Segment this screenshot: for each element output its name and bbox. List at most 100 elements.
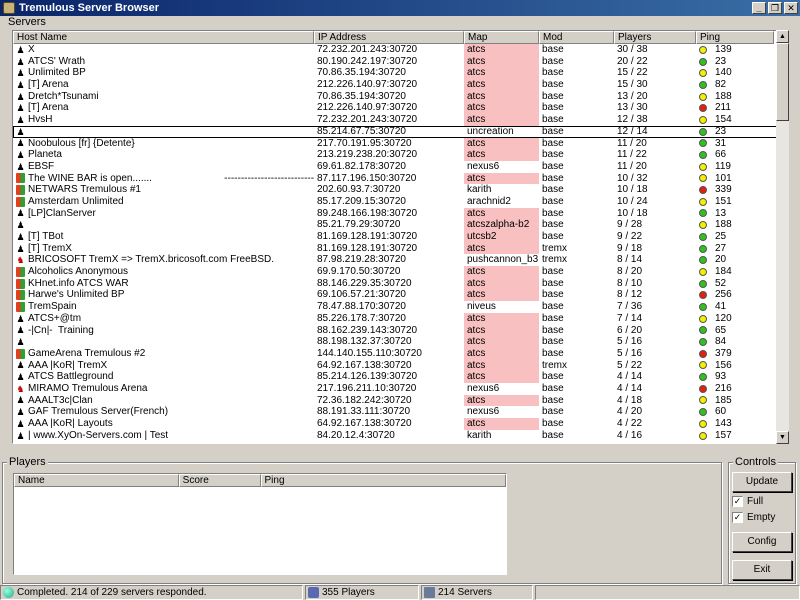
windows-os-icon (16, 173, 25, 184)
server-list[interactable]: Host Name IP Address Map Mod Players Pin… (12, 30, 789, 444)
server-row[interactable]: ♟ X 72.232.201.243:30720 atcs base 30 / 38 139 (13, 44, 777, 56)
server-row[interactable]: ♟ GAF Tremulous Server(French) 88.191.33.1… (13, 406, 777, 418)
windows-os-icon (16, 185, 25, 196)
server-host-name: AAA |KoR| TremX (28, 359, 108, 371)
server-host-cell: KHnet.info ATCS WAR (13, 278, 314, 290)
column-map[interactable]: Map (464, 31, 539, 44)
server-map-cell: atcs (464, 277, 539, 290)
update-button[interactable]: Update (732, 472, 792, 492)
linux-os-icon: ♟ (16, 44, 25, 55)
server-players-cell: 9 / 22 (617, 231, 643, 242)
column-host-name[interactable]: Host Name (13, 31, 314, 44)
server-row[interactable]: ♟ [T] Arena 212.226.140.97:30720 atcs base 13… (13, 102, 777, 115)
server-ping-value: 20 (715, 254, 727, 266)
server-row[interactable]: ♟ Unlimited BP 70.86.35.194:30720 atcs base 1… (13, 67, 777, 80)
server-row[interactable]: ♟ ATCS Battleground 85.214.126.139:30720 at… (13, 371, 777, 383)
server-row[interactable]: ♟ ATCS+@tm 85.226.178.7:30720 atcs base 7 / 1… (13, 312, 777, 325)
linux-os-icon: ♟ (16, 79, 25, 90)
server-row[interactable]: The WINE BAR is open....... ------------… (13, 172, 777, 185)
server-host-name: AAA |KoR| Layouts (28, 418, 113, 429)
server-row[interactable]: KHnet.info ATCS WAR 88.146.229.35:30720 at… (13, 277, 777, 290)
empty-checkbox[interactable]: ✓ Empty (732, 512, 775, 523)
server-row[interactable]: ♟ [LP]ClanServer 89.248.166.198:30720 atcs b… (13, 207, 777, 220)
server-row[interactable]: GameArena Tremulous #2 144.140.155.110:30… (13, 347, 777, 360)
server-map-cell: atcs (464, 102, 539, 115)
player-list[interactable]: Name Score Ping (13, 473, 507, 575)
server-row[interactable]: Alcoholics Anonymous 69.9.170.50:30720 atc… (13, 266, 777, 278)
server-players-cell: 5 / 16 (617, 347, 643, 359)
server-row[interactable]: ♟ AAA |KoR| TremX 64.92.167.138:30720 atcs t… (13, 359, 777, 372)
server-host-name: | www.XyOn-Servers.com | Test (28, 429, 169, 441)
server-host-name: ATCS' Wrath (28, 55, 86, 67)
column-players[interactable]: Players (614, 31, 696, 44)
server-row[interactable]: ♟ HvsH 72.232.201.243:30720 atcs base 12 / 38… (13, 114, 777, 126)
server-ping-value: 23 (715, 55, 727, 67)
server-host-cell: ♟ ATCS+@tm (13, 313, 314, 325)
server-map-cell: pushcannon_b3 (467, 254, 539, 266)
server-row[interactable]: ♟ Planeta 213.219.238.20:30720 atcs base 11 /… (13, 149, 777, 161)
server-row[interactable]: ♞ BRICOSOFT TremX => TremX.bricosoft.com … (13, 254, 777, 266)
ping-status-icon (699, 69, 707, 78)
column-ping[interactable]: Ping (696, 31, 774, 44)
title-bar[interactable]: Tremulous Server Browser _ ❐ ✕ (0, 0, 800, 16)
column-ip-address[interactable]: IP Address (314, 31, 464, 44)
linux-os-icon: ♟ (16, 372, 25, 383)
windows-os-icon (16, 348, 25, 359)
server-players-cell: 11 / 20 (617, 137, 647, 149)
full-checkbox-box[interactable]: ✓ (732, 496, 743, 507)
column-player-score[interactable]: Score (178, 474, 261, 487)
server-row[interactable]: ♟ -|Cn|- Training 88.162.239.143:30720 atcs… (13, 324, 777, 337)
server-row[interactable]: ♟ ATCS' Wrath 80.190.242.197:30720 atcs base… (13, 55, 777, 68)
server-ip-cell: 64.92.167.138:30720 (317, 359, 412, 371)
ping-status-icon (699, 396, 707, 405)
server-row[interactable]: Amsterdam Unlimited 85.17.209.15:30720 ara… (13, 196, 777, 208)
config-button[interactable]: Config (732, 532, 792, 552)
server-host-cell: The WINE BAR is open....... ------------… (13, 173, 314, 185)
server-players-cell: 10 / 32 (617, 172, 648, 184)
server-row[interactable]: ♟ 85.214.67.75:30720 uncreation base 12 / 14… (13, 126, 777, 138)
server-players-cell: 15 / 22 (617, 67, 648, 79)
server-host-cell: ♟ Noobulous [fr] {Detente} (13, 138, 314, 150)
column-player-name[interactable]: Name (14, 474, 179, 487)
ping-status-icon (699, 408, 707, 417)
scroll-down-button[interactable]: ▼ (776, 431, 789, 444)
server-row[interactable]: ♟ Noobulous [fr] {Detente} 217.70.191.95:3… (13, 137, 777, 150)
server-row[interactable]: ♟ AAA |KoR| Layouts 64.92.167.138:30720 atc… (13, 418, 777, 430)
server-mod-cell: base (542, 195, 564, 207)
players-group: Players Name Score Ping (2, 456, 722, 584)
server-row[interactable]: ♟ [T] TBot 81.169.128.191:30720 utcsb2 base 9… (13, 231, 777, 243)
server-list-scrollbar[interactable]: ▲ ▼ (776, 30, 789, 444)
server-row[interactable]: ♟ EBSF 69.61.82.178:30720 nexus6 base 11 / 20… (13, 161, 777, 173)
scroll-thumb[interactable] (776, 43, 789, 121)
empty-checkbox-box[interactable]: ✓ (732, 512, 743, 523)
server-row[interactable]: ♟ [T] TremX 81.169.128.191:30720 atcs tremx 9… (13, 242, 777, 255)
server-row[interactable]: ♟ Dretch*Tsunami 70.86.35.194:30720 atcs bas… (13, 90, 777, 103)
server-host-name: EBSF (28, 160, 55, 172)
linux-os-icon: ♟ (16, 208, 25, 219)
server-host-cell: ♟ EBSF (13, 161, 314, 173)
server-ip-cell: 212.226.140.97:30720 (317, 79, 418, 91)
exit-button[interactable]: Exit (732, 560, 792, 580)
column-mod[interactable]: Mod (539, 31, 614, 44)
server-row[interactable]: ♞ MIRAMO Tremulous Arena 217.196.211.10:30… (13, 383, 777, 395)
scroll-up-button[interactable]: ▲ (776, 30, 789, 43)
minimize-button[interactable]: _ (752, 2, 766, 14)
server-ping-value: 151 (715, 195, 732, 207)
server-row[interactable]: NETWARS Tremulous #1 202.60.93.7:30720 kar… (13, 184, 777, 196)
server-players-cell: 5 / 22 (617, 359, 643, 371)
server-row[interactable]: ♟ 85.21.79.29:30720 atcszalpha-b2 base 9 / 2… (13, 219, 777, 231)
server-row[interactable]: Harwe's Unlimited BP 69.106.57.21:30720 at… (13, 289, 777, 302)
server-row[interactable]: ♟ 88.198.132.37:30720 atcs base 5 / 16 84 (13, 336, 777, 348)
full-checkbox[interactable]: ✓ Full (732, 496, 763, 507)
server-host-cell: Amsterdam Unlimited (13, 196, 314, 208)
server-row[interactable]: TremSpain 78.47.88.170:30720 niveus base 7 /… (13, 301, 777, 313)
server-row[interactable]: ♟ | www.XyOn-Servers.com | Test 84.20.12.4… (13, 430, 777, 442)
linux-os-icon: ♟ (16, 103, 25, 114)
column-player-ping[interactable]: Ping (260, 474, 507, 487)
close-button[interactable]: ✕ (784, 2, 798, 14)
server-ping-value: 25 (715, 231, 727, 242)
server-ping-cell: 154 (696, 114, 774, 126)
server-row[interactable]: ♟ AAALT3c|Clan 72.36.182.242:30720 atcs base… (13, 394, 777, 407)
maximize-button[interactable]: ❐ (768, 2, 782, 14)
server-row[interactable]: ♟ [T] Arena 212.226.140.97:30720 atcs base 15… (13, 79, 777, 91)
